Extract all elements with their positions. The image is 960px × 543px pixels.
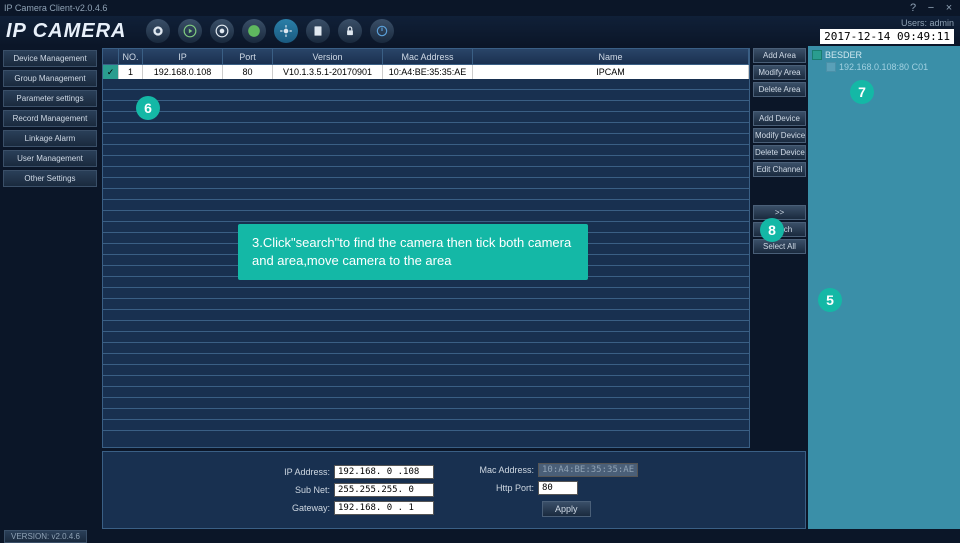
annotation-5: 5 [818,288,842,312]
datetime: 2017-12-14 09:49:11 [820,29,954,44]
help-button[interactable]: ? [906,2,920,14]
sidebar-item-group[interactable]: Group Management [3,70,97,87]
sidebar-item-device[interactable]: Device Management [3,50,97,67]
subnet-input[interactable] [334,483,434,497]
modify-device-button[interactable]: Modify Device [753,128,806,143]
window-title: IP Camera Client-v2.0.4.6 [4,3,107,13]
th-name: Name [473,49,749,64]
apply-button[interactable]: Apply [542,501,591,517]
http-label: Http Port: [474,483,534,493]
tooltip: 3.Click"search"to find the camera then t… [238,224,588,280]
tree-root-check[interactable] [812,50,822,60]
http-input[interactable] [538,481,578,495]
sidebar-item-parameter[interactable]: Parameter settings [3,90,97,107]
annotation-7: 7 [850,80,874,104]
th-version: Version [273,49,383,64]
th-mac: Mac Address [383,49,473,64]
mac-input [538,463,638,477]
tree-child-label: 192.168.0.108:80 C01 [839,62,928,72]
header: IP CAMERA Users: admin 2017-12-14 09:49:… [0,16,960,46]
cell-name: IPCAM [473,65,749,79]
tree-root[interactable]: BESDER [812,50,956,60]
close-button[interactable]: × [942,2,956,14]
edit-channel-button[interactable]: Edit Channel [753,162,806,177]
power-icon[interactable] [370,19,394,43]
delete-area-button[interactable]: Delete Area [753,82,806,97]
th-check[interactable] [103,49,119,64]
tree-root-label: BESDER [825,50,862,60]
cell-version: V10.1.3.5.1-20170901 [273,65,383,79]
cell-port: 80 [223,65,273,79]
action-column: Add Area Modify Area Delete Area Add Dev… [750,48,806,448]
modify-area-button[interactable]: Modify Area [753,65,806,80]
subnet-label: Sub Net: [270,485,330,495]
gateway-input[interactable] [334,501,434,515]
toolbar [146,19,394,43]
cell-mac: 10:A4:BE:35:35:AE [383,65,473,79]
add-device-button[interactable]: Add Device [753,111,806,126]
sidebar-item-linkage[interactable]: Linkage Alarm [3,130,97,147]
content: NO. IP Port Version Mac Address Name ✓ 1… [100,46,808,529]
play-icon[interactable] [178,19,202,43]
record-icon[interactable] [210,19,234,43]
select-all-button[interactable]: Select All [753,239,806,254]
cell-no: 1 [119,65,143,79]
gateway-label: Gateway: [270,503,330,513]
th-no: NO. [119,49,143,64]
ip-input[interactable] [334,465,434,479]
minimize-button[interactable]: − [924,2,938,14]
delete-device-button[interactable]: Delete Device [753,145,806,160]
globe-icon[interactable] [242,19,266,43]
row-check[interactable]: ✓ [103,65,119,79]
mac-label: Mac Address: [474,465,534,475]
camera-icon[interactable] [146,19,170,43]
annotation-6: 6 [136,96,160,120]
tree-child[interactable]: 192.168.0.108:80 C01 [826,62,956,72]
titlebar: IP Camera Client-v2.0.4.6 ? − × [0,0,960,16]
lock-icon[interactable] [338,19,362,43]
window-controls: ? − × [906,2,956,14]
tree-child-check[interactable] [826,62,836,72]
cell-ip: 192.168.0.108 [143,65,223,79]
th-port: Port [223,49,273,64]
sidebar-item-other[interactable]: Other Settings [3,170,97,187]
settings-icon[interactable] [274,19,298,43]
footer: VERSION: v2.0.4.6 [0,529,91,543]
sidebar: Device Management Group Management Param… [0,46,100,529]
th-ip: IP [143,49,223,64]
table-header: NO. IP Port Version Mac Address Name [103,49,749,65]
users-label: Users: admin [820,18,954,28]
header-right: Users: admin 2017-12-14 09:49:11 [820,18,954,44]
ip-label: IP Address: [270,467,330,477]
network-panel: IP Address: Sub Net: Gateway: Mac Addres… [102,451,806,529]
log-icon[interactable] [306,19,330,43]
logo: IP CAMERA [6,20,126,43]
version-label: VERSION: v2.0.4.6 [4,530,87,543]
annotation-8: 8 [760,218,784,242]
sidebar-item-user[interactable]: User Management [3,150,97,167]
sidebar-item-record[interactable]: Record Management [3,110,97,127]
add-area-button[interactable]: Add Area [753,48,806,63]
table-row[interactable]: ✓ 1 192.168.0.108 80 V10.1.3.5.1-2017090… [103,65,749,79]
move-button[interactable]: >> [753,205,806,220]
